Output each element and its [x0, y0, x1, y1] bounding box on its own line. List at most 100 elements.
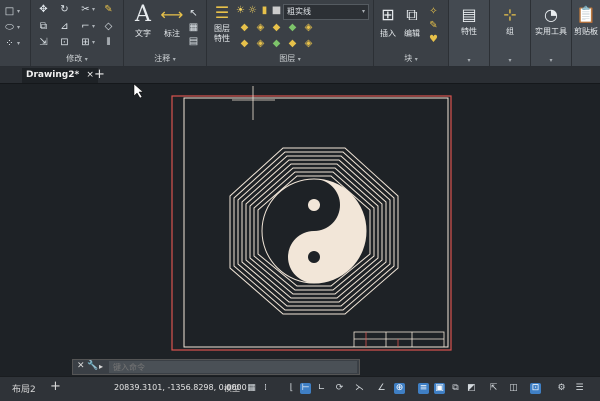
- layer-tool-5-icon[interactable]: ◈: [303, 22, 314, 33]
- add-layout-icon[interactable]: +: [50, 379, 61, 394]
- annotation-panel-title[interactable]: 注释 ▾: [124, 53, 206, 64]
- customization-icon[interactable]: ☰: [574, 383, 585, 394]
- block-edit-icon: ⧉: [406, 5, 418, 24]
- layer-tool-7-icon[interactable]: ◈: [255, 38, 266, 49]
- insert-icon: ⊞: [381, 5, 395, 24]
- draw-panel: □ ⬭ ⁘ ▾ ▾ ▾: [0, 0, 31, 66]
- isometric-icon[interactable]: ⋋: [354, 383, 365, 394]
- layer-tool-9-icon[interactable]: ◆: [287, 38, 298, 49]
- object-snap-icon[interactable]: ⊕: [394, 383, 405, 394]
- layer-combo[interactable]: 粗实线 ▾: [283, 4, 369, 20]
- layer-properties-icon: ☰: [214, 3, 230, 22]
- command-line: ✕ 🔧 ▸: [72, 359, 360, 375]
- trim-icon[interactable]: ✂: [80, 4, 91, 15]
- layer-color-icon[interactable]: ■: [271, 5, 282, 16]
- insert-button[interactable]: ⊞ 插入: [376, 2, 400, 39]
- rectangle-icon[interactable]: □: [4, 6, 15, 17]
- document-tab-bar: Drawing2* × +: [0, 67, 600, 84]
- command-prompt-icon[interactable]: ▸: [99, 360, 103, 373]
- drawing-canvas[interactable]: [0, 83, 600, 354]
- grid-icon[interactable]: ▦: [246, 383, 257, 394]
- text-button[interactable]: A 文字: [128, 2, 158, 39]
- edit-button[interactable]: ⧉ 编辑: [400, 2, 424, 39]
- close-command-icon[interactable]: ✕: [77, 360, 85, 373]
- dynamic-ucs-icon[interactable]: ⇱: [488, 383, 499, 394]
- array-icon[interactable]: ⊞: [80, 37, 91, 48]
- layer-lock-icon[interactable]: ▮: [259, 5, 270, 16]
- annotation-scale-icon[interactable]: ⊡: [530, 383, 541, 394]
- new-tab-icon[interactable]: +: [94, 67, 105, 82]
- snap-mode-icon[interactable]: ⁞: [260, 383, 271, 394]
- point-icon[interactable]: ⁘: [4, 38, 15, 49]
- table-icon[interactable]: ▦: [188, 22, 199, 33]
- utilities-panel[interactable]: ◔ 实用工具 ▾: [531, 0, 572, 66]
- text-icon: A: [135, 2, 151, 27]
- layer-tool-10-icon[interactable]: ◈: [303, 38, 314, 49]
- layout-tab[interactable]: 布局2: [12, 382, 36, 395]
- layer-tool-4-icon[interactable]: ◆: [287, 22, 298, 33]
- 3d-osnap-icon[interactable]: ◩: [466, 383, 477, 394]
- dimension-button[interactable]: ⟷ 标注: [157, 2, 187, 39]
- move-icon[interactable]: ✥: [38, 4, 49, 15]
- command-input[interactable]: [109, 361, 357, 373]
- tab-drawing2[interactable]: Drawing2* ×: [22, 68, 98, 83]
- layer-freeze-icon[interactable]: ☼: [247, 5, 258, 16]
- selection-cycling-icon[interactable]: ⧉: [450, 383, 461, 394]
- polar-tracking-icon[interactable]: ⟳: [334, 383, 345, 394]
- yin-yang-symbol: [261, 178, 367, 284]
- markup-icon[interactable]: ▤: [188, 36, 199, 47]
- explode-icon[interactable]: ◇: [103, 21, 114, 32]
- block-attr-icon[interactable]: ✎: [428, 20, 439, 31]
- crosshair-cursor: [232, 86, 275, 120]
- title-block: [353, 331, 445, 348]
- close-tab-icon[interactable]: ×: [86, 70, 94, 80]
- properties-panel[interactable]: ▤ 特性 ▾: [449, 0, 490, 66]
- transparency-icon[interactable]: ▣: [434, 383, 445, 394]
- workspace-icon[interactable]: ⚙: [556, 383, 567, 394]
- drawing-svg: [133, 83, 452, 351]
- stretch-icon[interactable]: ⇲: [38, 37, 49, 48]
- layer-tool-2-icon[interactable]: ◈: [255, 22, 266, 33]
- block-define-icon[interactable]: ♥: [428, 34, 439, 45]
- erase-icon[interactable]: ✎: [103, 4, 114, 15]
- layer-tool-6-icon[interactable]: ◆: [239, 38, 250, 49]
- layer-tool-8-icon[interactable]: ◆: [271, 38, 282, 49]
- ortho-mode-icon[interactable]: ∟: [316, 383, 327, 394]
- scale-icon[interactable]: ⊡: [59, 37, 70, 48]
- modify-panel-title[interactable]: 修改 ▾: [31, 53, 123, 64]
- modify-panel: ✥ ↻ ✂ ▾ ✎ ⧉ ⊿ ⌐ ▾ ◇ ⇲ ⊡ ⊞ ▾ ⫴ 修改 ▾: [31, 0, 124, 66]
- measure-icon: ◔: [544, 5, 558, 24]
- clipboard-panel[interactable]: 📋 剪贴板: [572, 0, 600, 66]
- dynamic-input-icon[interactable]: ⊢: [300, 383, 311, 394]
- fillet-icon[interactable]: ⌐: [80, 21, 91, 32]
- wrench-icon[interactable]: 🔧: [87, 360, 98, 373]
- layer-tool-3-icon[interactable]: ◆: [271, 22, 282, 33]
- status-bar: 布局2 + 20839.3101, -1356.8298, 0.0000 模型 …: [0, 376, 600, 401]
- clipboard-icon: 📋: [576, 5, 596, 24]
- object-snap-tracking-icon[interactable]: ∠: [376, 383, 387, 394]
- infer-constraints-icon[interactable]: ⌊: [286, 383, 297, 394]
- group-panel[interactable]: ⊹ 组 ▾: [490, 0, 531, 66]
- layer-tool-1-icon[interactable]: ◆: [239, 22, 250, 33]
- annotation-panel: A 文字 ⟷ 标注 ↖ ▦ ▤ 注释 ▾: [124, 0, 207, 66]
- ribbon: □ ⬭ ⁘ ▾ ▾ ▾ ✥ ↻ ✂ ▾ ✎ ⧉ ⊿ ⌐ ▾ ◇ ⇲ ⊡ ⊞ ▾ …: [0, 0, 600, 67]
- leader-icon[interactable]: ↖: [188, 8, 199, 19]
- layers-panel: ☰ 图层特性 ☀ ☼ ▮ ■ 粗实线 ▾ ◆ ◈ ◆ ◆ ◈ ◆ ◈ ◆ ◆ ◈…: [207, 0, 374, 66]
- lineweight-icon[interactable]: ≡: [418, 383, 429, 394]
- layers-panel-title[interactable]: 图层 ▾: [207, 53, 373, 64]
- mirror-icon[interactable]: ⊿: [59, 21, 70, 32]
- layer-on-icon[interactable]: ☀: [235, 5, 246, 16]
- ellipse-icon[interactable]: ⬭: [4, 22, 15, 33]
- group-icon: ⊹: [503, 5, 517, 24]
- block-create-icon[interactable]: ✧: [428, 6, 439, 17]
- copy-icon[interactable]: ⧉: [38, 21, 49, 32]
- rotate-icon[interactable]: ↻: [59, 4, 70, 15]
- layer-properties-button[interactable]: ☰ 图层特性: [209, 2, 235, 44]
- properties-icon: ▤: [461, 5, 477, 24]
- block-panel-title[interactable]: 块 ▾: [374, 53, 448, 64]
- model-space-button[interactable]: 模型: [224, 383, 240, 394]
- block-panel: ⊞ 插入 ⧉ 编辑 ✧ ✎ ♥ 块 ▾: [374, 0, 449, 66]
- offset-icon[interactable]: ⫴: [103, 37, 114, 48]
- selection-filter-icon[interactable]: ◫: [508, 383, 519, 394]
- mouse-pointer-icon: [133, 83, 144, 99]
